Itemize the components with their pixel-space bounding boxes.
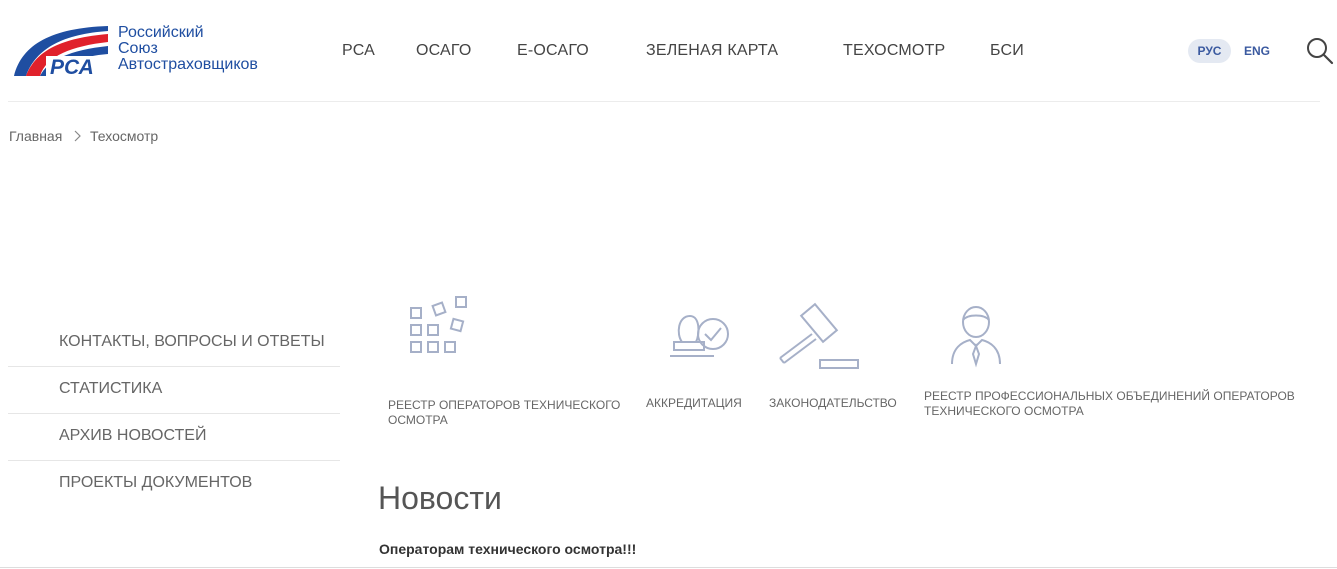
service-operators-registry[interactable]: РЕЕСТР ОПЕРАТОРОВ ТЕХНИЧЕСКОГО ОСМОТРА: [388, 398, 633, 428]
logo-line-2: Союз: [118, 40, 158, 57]
search-icon[interactable]: [1306, 37, 1334, 65]
header-divider: [8, 101, 1320, 102]
side-menu-label: ПРОЕКТЫ ДОКУМЕНТОВ: [59, 474, 253, 491]
registry-grid-icon[interactable]: [408, 294, 472, 356]
side-menu-label: КОНТАКТЫ, ВОПРОСЫ И ОТВЕТЫ: [59, 333, 325, 350]
nav-rsa[interactable]: РСА: [342, 42, 375, 60]
news-heading: Новости: [378, 480, 502, 516]
service-legislation[interactable]: ЗАКОНОДАТЕЛЬСТВО: [769, 396, 897, 411]
nav-green-card[interactable]: ЗЕЛЕНАЯ КАРТА: [646, 42, 778, 60]
side-menu-label: СТАТИСТИКА: [59, 380, 163, 397]
service-accreditation[interactable]: АККРЕДИТАЦИЯ: [646, 396, 742, 411]
page-bottom-divider: [0, 567, 1337, 568]
breadcrumb-current: Техосмотр: [90, 128, 159, 144]
nav-e-osago[interactable]: Е-ОСАГО: [517, 42, 589, 60]
logo-abbr: РСА: [50, 56, 94, 78]
side-menu-statistics[interactable]: СТАТИСТИКА: [8, 367, 340, 413]
site-logo[interactable]: РСА Российский Союз Автостраховщиков: [12, 22, 262, 80]
side-menu-draft-documents[interactable]: ПРОЕКТЫ ДОКУМЕНТОВ: [8, 461, 340, 507]
rsa-logo-icon: РСА: [14, 26, 108, 78]
stamp-check-icon[interactable]: [668, 310, 732, 368]
logo-line-3: Автостраховщиков: [118, 56, 258, 73]
nav-tech-inspection[interactable]: ТЕХОСМОТР: [843, 42, 945, 60]
lang-ru-button[interactable]: РУС: [1188, 39, 1231, 63]
nav-bsi[interactable]: БСИ: [990, 42, 1024, 60]
side-menu-contacts[interactable]: КОНТАКТЫ, ВОПРОСЫ И ОТВЕТЫ: [8, 320, 340, 366]
logo-line-1: Российский: [118, 24, 204, 41]
person-icon[interactable]: [946, 302, 1006, 370]
service-associations-registry[interactable]: РЕЕСТР ПРОФЕССИОНАЛЬНЫХ ОБЪЕДИНЕНИЙ ОПЕР…: [924, 389, 1324, 419]
side-menu-news-archive[interactable]: АРХИВ НОВОСТЕЙ: [8, 414, 340, 460]
nav-osago[interactable]: ОСАГО: [416, 42, 472, 60]
chevron-right-icon: [74, 130, 81, 142]
side-menu-label: АРХИВ НОВОСТЕЙ: [59, 427, 207, 444]
gavel-icon[interactable]: [774, 302, 864, 372]
breadcrumb-home[interactable]: Главная: [9, 128, 62, 144]
news-item-link[interactable]: Операторам технического осмотра!!!: [379, 541, 636, 557]
lang-en-button[interactable]: ENG: [1244, 39, 1270, 63]
logo-name: Российский Союз Автостраховщиков: [118, 25, 258, 73]
